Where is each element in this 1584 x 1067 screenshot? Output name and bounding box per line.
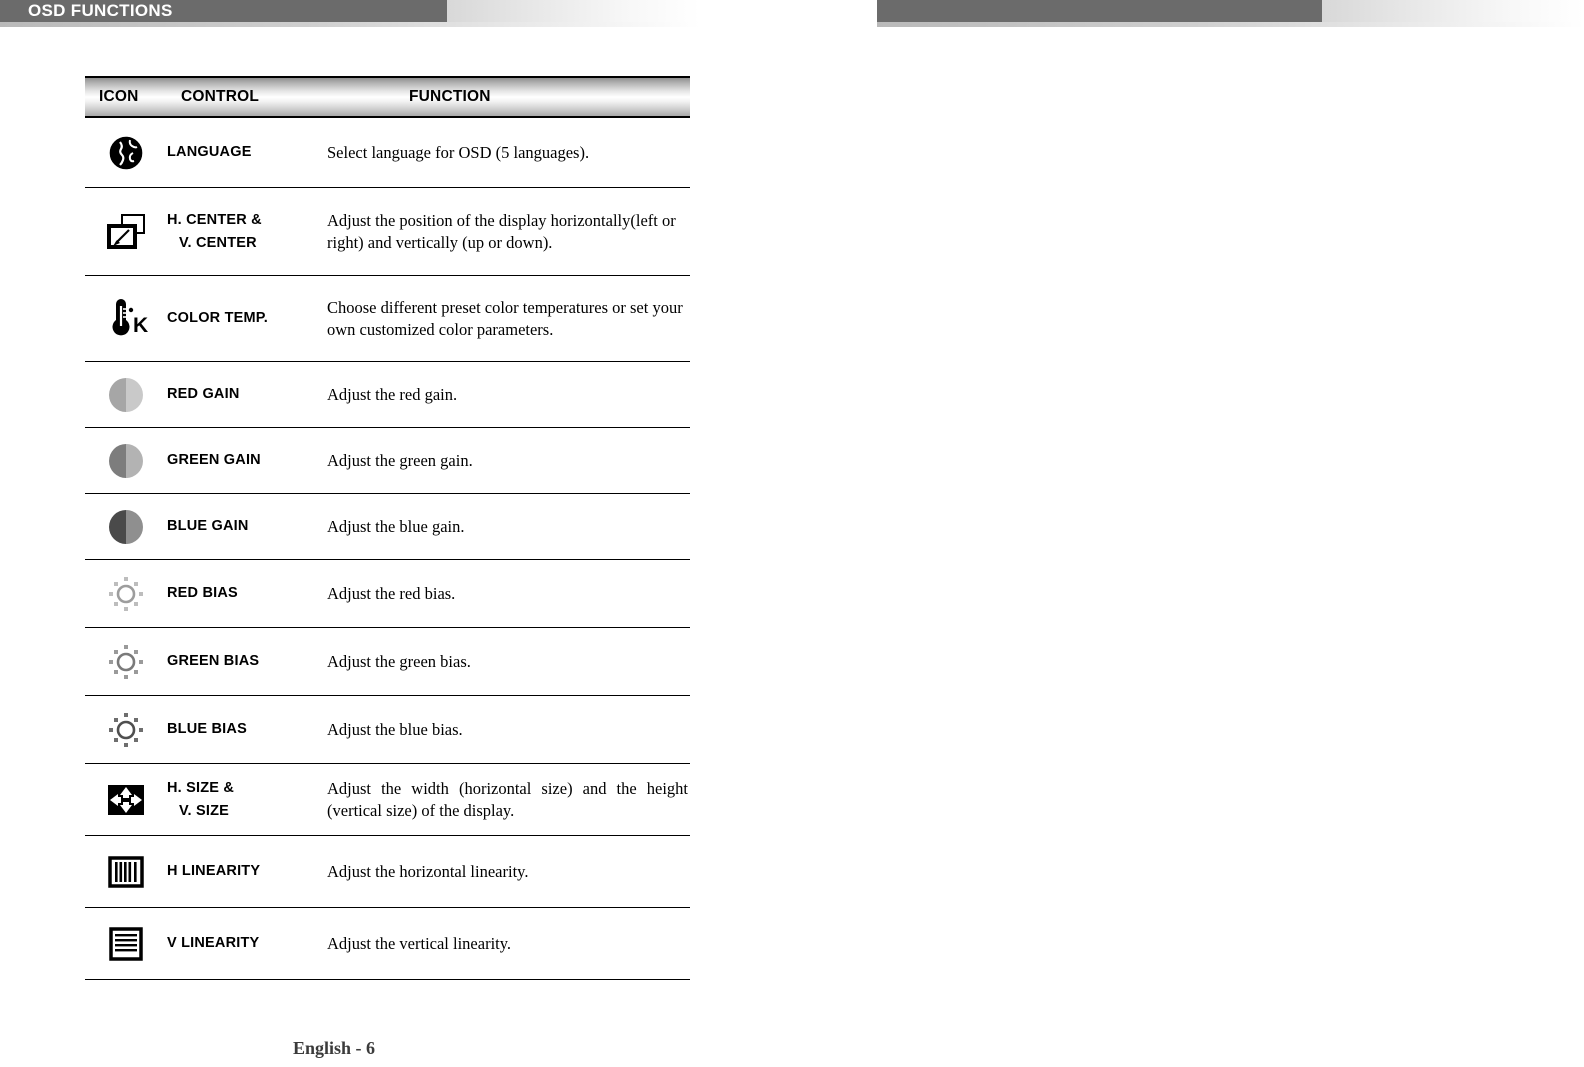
- table-header-row-left: ICON CONTROL FUNCTION: [85, 76, 690, 118]
- table-row: H. SIZE & V. SIZE Adjust the width (hori…: [85, 764, 690, 836]
- svg-text:K: K: [133, 314, 148, 337]
- half-dark: [109, 509, 126, 544]
- page-left: ICON CONTROL FUNCTION LANGUAGE Select la…: [0, 0, 760, 1067]
- osd-functions-table-left: ICON CONTROL FUNCTION LANGUAGE Select la…: [85, 76, 690, 980]
- page-right: ICON CONTROL FUNCTION H MOIRE: [830, 0, 1584, 1067]
- control-label: RED GAIN: [167, 386, 240, 403]
- table-row: BLUE BIAS Adjust the blue bias.: [85, 696, 690, 764]
- control-label: RED BIAS: [167, 585, 238, 602]
- half-light: [126, 377, 143, 412]
- function-description: Adjust the width (horizontal size) and t…: [327, 779, 688, 820]
- horizontal-bars-icon: [85, 922, 167, 966]
- screen-position-arrow-icon: [85, 208, 167, 256]
- function-description: Adjust the green gain.: [327, 450, 473, 470]
- half-circle-shape: [109, 509, 143, 544]
- function-description: Adjust the red gain.: [327, 384, 458, 404]
- column-header-function: FUNCTION: [409, 88, 491, 105]
- function-description: Adjust the blue bias.: [327, 719, 463, 739]
- function-description: Adjust the horizontal linearity.: [327, 861, 529, 881]
- column-header-control: CONTROL: [181, 88, 260, 105]
- function-description: Adjust the position of the display horiz…: [327, 211, 676, 252]
- table-row: RED BIAS Adjust the red bias.: [85, 560, 690, 628]
- table-row: H LINEARITY Adjust the horizontal linear…: [85, 836, 690, 908]
- control-label: H. SIZE & V. SIZE: [167, 780, 235, 819]
- control-label: GREEN BIAS: [167, 653, 260, 670]
- half-circle-dark-icon: [85, 509, 167, 544]
- control-label: COLOR TEMP.: [167, 310, 269, 327]
- four-arrows-resize-icon: [85, 777, 167, 823]
- manual-page-spread: OSD FUNCTIONS ICON CONTROL FUNCTION LANG…: [0, 0, 1584, 1067]
- function-description: Adjust the blue gain.: [327, 516, 465, 536]
- control-label: H. CENTER & V. CENTER: [167, 212, 262, 251]
- half-circle-mid-icon: [85, 443, 167, 478]
- column-header-icon: ICON: [99, 88, 139, 105]
- sun-light-icon: [85, 574, 167, 614]
- control-label: V LINEARITY: [167, 935, 260, 952]
- function-description: Adjust the vertical linearity.: [327, 933, 512, 953]
- half-dark: [109, 377, 126, 412]
- function-description: Adjust the green bias.: [327, 651, 471, 671]
- globe-icon: [85, 133, 167, 173]
- thermometer-kelvin-icon: K: [85, 296, 167, 342]
- sun-mid-icon: [85, 642, 167, 682]
- half-circle-shape: [109, 377, 143, 412]
- half-dark: [109, 443, 126, 478]
- control-label: H LINEARITY: [167, 863, 261, 880]
- table-row: H. CENTER & V. CENTER Adjust the positio…: [85, 188, 690, 276]
- table-row: BLUE GAIN Adjust the blue gain.: [85, 494, 690, 560]
- half-circle-light-icon: [85, 377, 167, 412]
- control-label: BLUE GAIN: [167, 518, 249, 535]
- table-row: RED GAIN Adjust the red gain.: [85, 362, 690, 428]
- table-row: GREEN GAIN Adjust the green gain.: [85, 428, 690, 494]
- function-description: Adjust the red bias.: [327, 583, 456, 603]
- control-label: LANGUAGE: [167, 144, 252, 161]
- control-label: GREEN GAIN: [167, 452, 261, 469]
- page-number-left: English - 6: [293, 1038, 376, 1058]
- table-row: K COLOR TEMP. Choose different preset co…: [85, 276, 690, 362]
- vertical-bars-icon: [85, 850, 167, 894]
- function-description: Choose different preset color temperatur…: [327, 298, 683, 339]
- half-light: [126, 443, 143, 478]
- table-row: LANGUAGE Select language for OSD (5 lang…: [85, 118, 690, 188]
- table-row: GREEN BIAS Adjust the green bias.: [85, 628, 690, 696]
- sun-dark-icon: [85, 710, 167, 750]
- half-circle-shape: [109, 443, 143, 478]
- function-description: Select language for OSD (5 languages).: [327, 142, 590, 162]
- control-label: BLUE BIAS: [167, 721, 247, 738]
- table-row: V LINEARITY Adjust the vertical linearit…: [85, 908, 690, 980]
- half-light: [126, 509, 143, 544]
